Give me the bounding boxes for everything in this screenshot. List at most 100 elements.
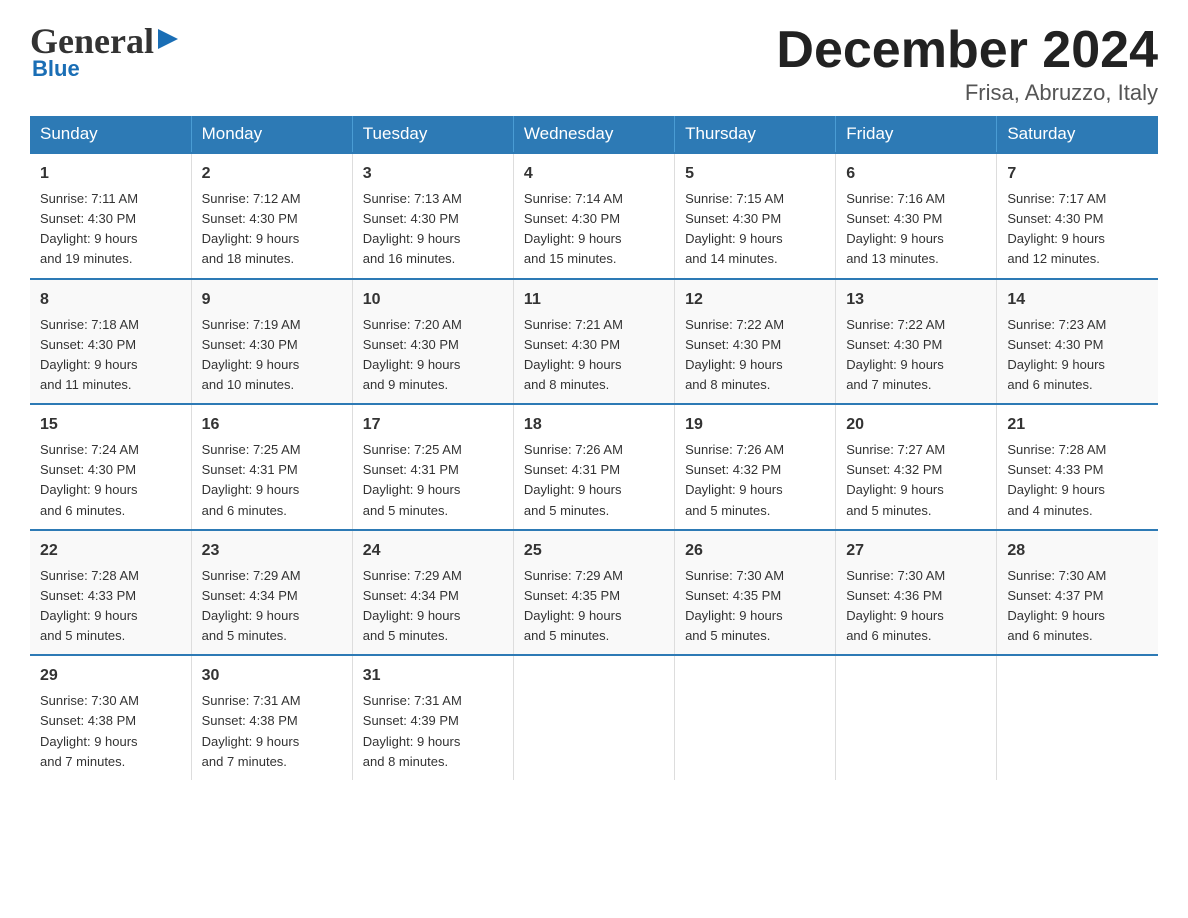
cell-info: Sunrise: 7:30 AM Sunset: 4:35 PM Dayligh…: [685, 566, 825, 647]
calendar-cell: 26 Sunrise: 7:30 AM Sunset: 4:35 PM Dayl…: [675, 530, 836, 656]
calendar-cell: 27 Sunrise: 7:30 AM Sunset: 4:36 PM Dayl…: [836, 530, 997, 656]
weekday-header-friday: Friday: [836, 116, 997, 153]
calendar-cell: 8 Sunrise: 7:18 AM Sunset: 4:30 PM Dayli…: [30, 279, 191, 405]
calendar-cell: [675, 655, 836, 780]
day-number: 9: [202, 288, 342, 312]
calendar-cell: 16 Sunrise: 7:25 AM Sunset: 4:31 PM Dayl…: [191, 404, 352, 530]
cell-info: Sunrise: 7:23 AM Sunset: 4:30 PM Dayligh…: [1007, 315, 1148, 396]
day-number: 14: [1007, 288, 1148, 312]
calendar-table: SundayMondayTuesdayWednesdayThursdayFrid…: [30, 116, 1158, 780]
calendar-cell: 5 Sunrise: 7:15 AM Sunset: 4:30 PM Dayli…: [675, 153, 836, 279]
calendar-cell: 31 Sunrise: 7:31 AM Sunset: 4:39 PM Dayl…: [352, 655, 513, 780]
day-number: 29: [40, 664, 181, 688]
calendar-cell: 13 Sunrise: 7:22 AM Sunset: 4:30 PM Dayl…: [836, 279, 997, 405]
logo: General Blue: [30, 20, 184, 82]
day-number: 21: [1007, 413, 1148, 437]
cell-info: Sunrise: 7:26 AM Sunset: 4:31 PM Dayligh…: [524, 440, 664, 521]
cell-info: Sunrise: 7:18 AM Sunset: 4:30 PM Dayligh…: [40, 315, 181, 396]
cell-info: Sunrise: 7:22 AM Sunset: 4:30 PM Dayligh…: [685, 315, 825, 396]
cell-info: Sunrise: 7:12 AM Sunset: 4:30 PM Dayligh…: [202, 189, 342, 270]
cell-info: Sunrise: 7:27 AM Sunset: 4:32 PM Dayligh…: [846, 440, 986, 521]
day-number: 27: [846, 539, 986, 563]
calendar-cell: 29 Sunrise: 7:30 AM Sunset: 4:38 PM Dayl…: [30, 655, 191, 780]
cell-info: Sunrise: 7:22 AM Sunset: 4:30 PM Dayligh…: [846, 315, 986, 396]
calendar-cell: 11 Sunrise: 7:21 AM Sunset: 4:30 PM Dayl…: [513, 279, 674, 405]
day-number: 3: [363, 162, 503, 186]
cell-info: Sunrise: 7:29 AM Sunset: 4:34 PM Dayligh…: [363, 566, 503, 647]
day-number: 8: [40, 288, 181, 312]
week-row-1: 1 Sunrise: 7:11 AM Sunset: 4:30 PM Dayli…: [30, 153, 1158, 279]
day-number: 30: [202, 664, 342, 688]
week-row-3: 15 Sunrise: 7:24 AM Sunset: 4:30 PM Dayl…: [30, 404, 1158, 530]
day-number: 11: [524, 288, 664, 312]
calendar-cell: 14 Sunrise: 7:23 AM Sunset: 4:30 PM Dayl…: [997, 279, 1158, 405]
day-number: 12: [685, 288, 825, 312]
calendar-cell: 24 Sunrise: 7:29 AM Sunset: 4:34 PM Dayl…: [352, 530, 513, 656]
calendar-cell: 9 Sunrise: 7:19 AM Sunset: 4:30 PM Dayli…: [191, 279, 352, 405]
day-number: 15: [40, 413, 181, 437]
calendar-cell: [997, 655, 1158, 780]
day-number: 1: [40, 162, 181, 186]
month-title: December 2024: [776, 20, 1158, 80]
title-section: December 2024 Frisa, Abruzzo, Italy: [776, 20, 1158, 106]
cell-info: Sunrise: 7:14 AM Sunset: 4:30 PM Dayligh…: [524, 189, 664, 270]
cell-info: Sunrise: 7:30 AM Sunset: 4:36 PM Dayligh…: [846, 566, 986, 647]
day-number: 31: [363, 664, 503, 688]
calendar-cell: 30 Sunrise: 7:31 AM Sunset: 4:38 PM Dayl…: [191, 655, 352, 780]
day-number: 19: [685, 413, 825, 437]
cell-info: Sunrise: 7:19 AM Sunset: 4:30 PM Dayligh…: [202, 315, 342, 396]
cell-info: Sunrise: 7:31 AM Sunset: 4:38 PM Dayligh…: [202, 691, 342, 772]
day-number: 10: [363, 288, 503, 312]
weekday-header-sunday: Sunday: [30, 116, 191, 153]
day-number: 28: [1007, 539, 1148, 563]
cell-info: Sunrise: 7:21 AM Sunset: 4:30 PM Dayligh…: [524, 315, 664, 396]
calendar-cell: 4 Sunrise: 7:14 AM Sunset: 4:30 PM Dayli…: [513, 153, 674, 279]
cell-info: Sunrise: 7:25 AM Sunset: 4:31 PM Dayligh…: [202, 440, 342, 521]
logo-arrow-icon: [156, 25, 184, 53]
calendar-cell: 18 Sunrise: 7:26 AM Sunset: 4:31 PM Dayl…: [513, 404, 674, 530]
cell-info: Sunrise: 7:15 AM Sunset: 4:30 PM Dayligh…: [685, 189, 825, 270]
week-row-2: 8 Sunrise: 7:18 AM Sunset: 4:30 PM Dayli…: [30, 279, 1158, 405]
weekday-header-thursday: Thursday: [675, 116, 836, 153]
weekday-header-wednesday: Wednesday: [513, 116, 674, 153]
day-number: 7: [1007, 162, 1148, 186]
location: Frisa, Abruzzo, Italy: [776, 80, 1158, 106]
calendar-cell: 10 Sunrise: 7:20 AM Sunset: 4:30 PM Dayl…: [352, 279, 513, 405]
page-header: General Blue December 2024 Frisa, Abruzz…: [30, 20, 1158, 106]
cell-info: Sunrise: 7:24 AM Sunset: 4:30 PM Dayligh…: [40, 440, 181, 521]
cell-info: Sunrise: 7:30 AM Sunset: 4:38 PM Dayligh…: [40, 691, 181, 772]
calendar-cell: 3 Sunrise: 7:13 AM Sunset: 4:30 PM Dayli…: [352, 153, 513, 279]
cell-info: Sunrise: 7:31 AM Sunset: 4:39 PM Dayligh…: [363, 691, 503, 772]
day-number: 16: [202, 413, 342, 437]
cell-info: Sunrise: 7:13 AM Sunset: 4:30 PM Dayligh…: [363, 189, 503, 270]
calendar-cell: 6 Sunrise: 7:16 AM Sunset: 4:30 PM Dayli…: [836, 153, 997, 279]
day-number: 24: [363, 539, 503, 563]
weekday-header-tuesday: Tuesday: [352, 116, 513, 153]
calendar-cell: [513, 655, 674, 780]
day-number: 17: [363, 413, 503, 437]
calendar-cell: 7 Sunrise: 7:17 AM Sunset: 4:30 PM Dayli…: [997, 153, 1158, 279]
day-number: 22: [40, 539, 181, 563]
day-number: 20: [846, 413, 986, 437]
weekday-header-row: SundayMondayTuesdayWednesdayThursdayFrid…: [30, 116, 1158, 153]
cell-info: Sunrise: 7:29 AM Sunset: 4:35 PM Dayligh…: [524, 566, 664, 647]
calendar-cell: 28 Sunrise: 7:30 AM Sunset: 4:37 PM Dayl…: [997, 530, 1158, 656]
day-number: 6: [846, 162, 986, 186]
cell-info: Sunrise: 7:11 AM Sunset: 4:30 PM Dayligh…: [40, 189, 181, 270]
calendar-cell: 2 Sunrise: 7:12 AM Sunset: 4:30 PM Dayli…: [191, 153, 352, 279]
cell-info: Sunrise: 7:16 AM Sunset: 4:30 PM Dayligh…: [846, 189, 986, 270]
day-number: 4: [524, 162, 664, 186]
calendar-cell: 23 Sunrise: 7:29 AM Sunset: 4:34 PM Dayl…: [191, 530, 352, 656]
day-number: 25: [524, 539, 664, 563]
cell-info: Sunrise: 7:17 AM Sunset: 4:30 PM Dayligh…: [1007, 189, 1148, 270]
cell-info: Sunrise: 7:28 AM Sunset: 4:33 PM Dayligh…: [1007, 440, 1148, 521]
cell-info: Sunrise: 7:25 AM Sunset: 4:31 PM Dayligh…: [363, 440, 503, 521]
day-number: 23: [202, 539, 342, 563]
cell-info: Sunrise: 7:30 AM Sunset: 4:37 PM Dayligh…: [1007, 566, 1148, 647]
logo-blue: Blue: [32, 56, 80, 82]
day-number: 13: [846, 288, 986, 312]
cell-info: Sunrise: 7:29 AM Sunset: 4:34 PM Dayligh…: [202, 566, 342, 647]
weekday-header-monday: Monday: [191, 116, 352, 153]
cell-info: Sunrise: 7:28 AM Sunset: 4:33 PM Dayligh…: [40, 566, 181, 647]
week-row-5: 29 Sunrise: 7:30 AM Sunset: 4:38 PM Dayl…: [30, 655, 1158, 780]
